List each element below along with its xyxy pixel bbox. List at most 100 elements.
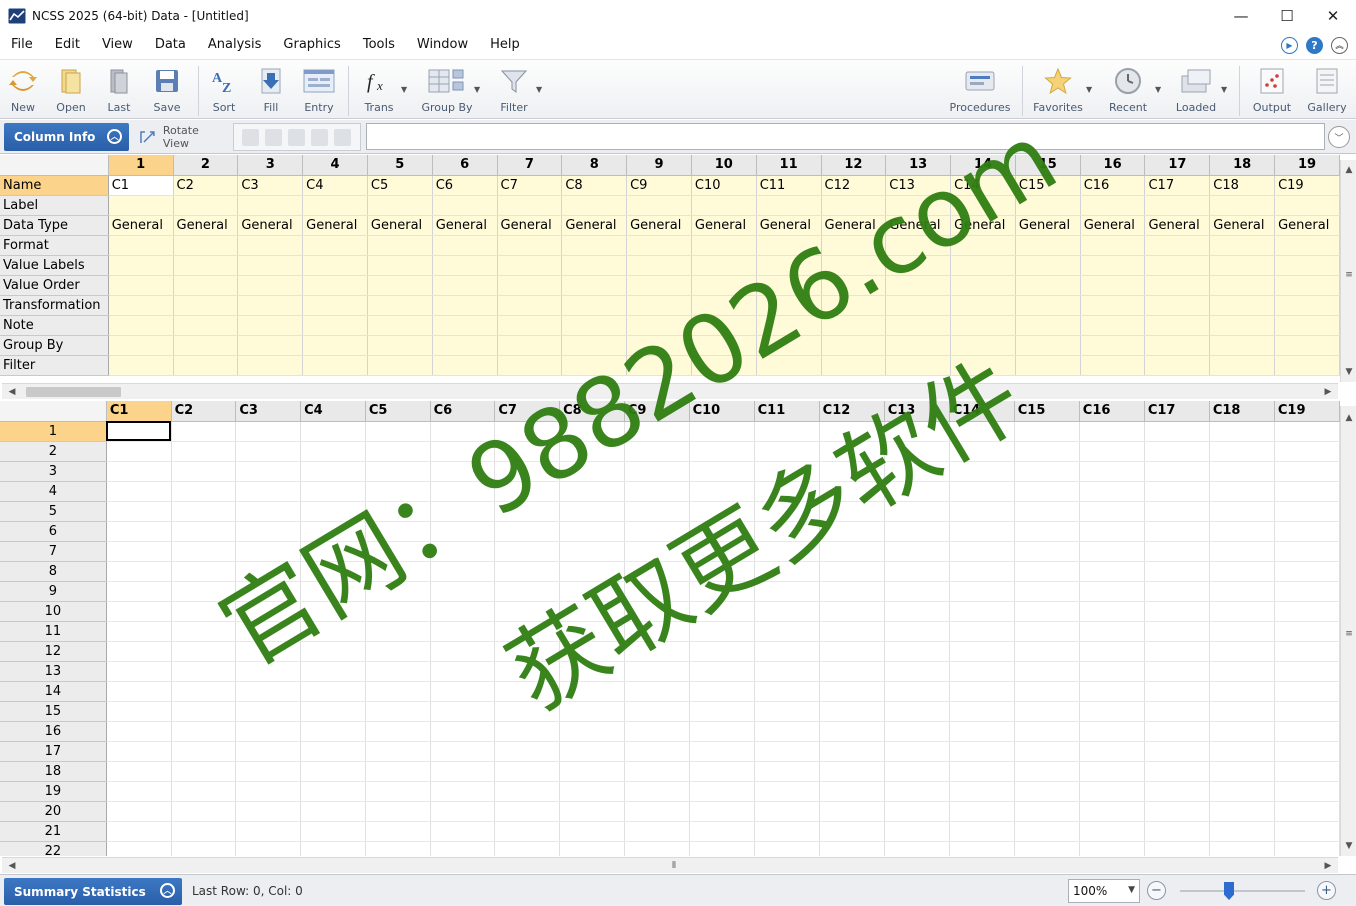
column-name-header[interactable]: C12: [819, 401, 885, 422]
column-info-cell[interactable]: [497, 295, 563, 316]
data-cell[interactable]: [1144, 741, 1210, 762]
data-cell[interactable]: [819, 821, 885, 842]
data-cell[interactable]: [689, 541, 755, 562]
data-cell[interactable]: [559, 581, 625, 602]
column-name-header[interactable]: C1: [106, 401, 172, 422]
data-cell[interactable]: [430, 561, 496, 582]
data-cell[interactable]: [559, 441, 625, 462]
data-cell[interactable]: [494, 501, 561, 522]
data-cell[interactable]: [1144, 781, 1210, 802]
data-cell[interactable]: [1014, 821, 1080, 842]
data-cell[interactable]: [819, 441, 885, 462]
column-info-cell[interactable]: [432, 255, 498, 276]
column-info-cell[interactable]: C18: [1209, 175, 1276, 196]
column-info-cell[interactable]: [561, 275, 628, 296]
column-info-cell[interactable]: [108, 195, 174, 216]
data-cell[interactable]: [235, 461, 302, 482]
column-info-cell[interactable]: [756, 335, 822, 356]
menu-help[interactable]: Help: [479, 31, 531, 59]
column-info-cell[interactable]: [108, 275, 174, 296]
data-cell[interactable]: [430, 621, 496, 642]
data-cell[interactable]: [1014, 641, 1080, 662]
data-cell[interactable]: [430, 661, 496, 682]
column-info-row-label[interactable]: Format: [0, 235, 109, 256]
data-cell[interactable]: [1079, 441, 1145, 462]
data-cell[interactable]: [559, 601, 625, 622]
data-cell[interactable]: [1079, 681, 1145, 702]
data-cell[interactable]: [365, 821, 431, 842]
column-info-cell[interactable]: [1144, 355, 1211, 376]
data-cell[interactable]: [819, 521, 885, 542]
column-name-header[interactable]: C9: [624, 401, 690, 422]
scroll-down-icon[interactable]: ▼: [1341, 364, 1356, 380]
data-cell[interactable]: [624, 421, 690, 442]
zoom-select[interactable]: 100% ▼: [1068, 879, 1140, 903]
data-cell[interactable]: [300, 601, 366, 622]
data-cell[interactable]: [300, 421, 366, 442]
column-info-cell[interactable]: [691, 355, 757, 376]
data-cell[interactable]: [884, 841, 950, 856]
row-number-header[interactable]: 11: [0, 621, 107, 642]
data-cell[interactable]: [559, 841, 625, 856]
data-cell[interactable]: [430, 421, 496, 442]
scroll-left-icon[interactable]: ◀: [4, 384, 20, 400]
column-number-header[interactable]: 19: [1274, 155, 1340, 176]
sort-button[interactable]: AZ Sort: [206, 64, 242, 118]
data-cell[interactable]: [624, 781, 690, 802]
column-info-cell[interactable]: [756, 275, 822, 296]
data-cell[interactable]: [1274, 741, 1340, 762]
data-cell[interactable]: [1209, 681, 1275, 702]
row-number-header[interactable]: 4: [0, 481, 107, 502]
data-cell[interactable]: [949, 601, 1015, 622]
data-cell[interactable]: [235, 621, 302, 642]
menu-edit[interactable]: Edit: [44, 31, 91, 59]
scroll-down-icon[interactable]: ▼: [1341, 838, 1356, 854]
data-cell[interactable]: [235, 701, 302, 722]
data-cell[interactable]: [365, 641, 431, 662]
column-info-cell[interactable]: [1144, 235, 1211, 256]
data-cell[interactable]: [106, 541, 172, 562]
column-info-cell[interactable]: [497, 255, 563, 276]
column-info-cell[interactable]: [237, 315, 304, 336]
data-cell[interactable]: [689, 481, 755, 502]
column-info-cell[interactable]: [497, 195, 563, 216]
column-number-header[interactable]: 11: [756, 155, 822, 176]
data-cell[interactable]: [884, 781, 950, 802]
summary-statistics-button[interactable]: Summary Statistics ︿: [4, 878, 182, 905]
data-cell[interactable]: [884, 461, 950, 482]
column-info-cell[interactable]: [432, 355, 498, 376]
data-cell[interactable]: [365, 761, 431, 782]
column-name-header[interactable]: C10: [689, 401, 755, 422]
data-cell[interactable]: [1209, 561, 1275, 582]
column-info-row-label[interactable]: Value Order: [0, 275, 109, 296]
data-cell[interactable]: [1209, 501, 1275, 522]
data-vscroll[interactable]: ▲ ≡ ▼: [1340, 406, 1356, 856]
column-info-cell[interactable]: [237, 275, 304, 296]
data-cell[interactable]: [819, 661, 885, 682]
data-cell[interactable]: [884, 621, 950, 642]
data-cell[interactable]: [1274, 561, 1340, 582]
column-info-cell[interactable]: [821, 355, 887, 376]
data-cell[interactable]: [1014, 741, 1080, 762]
data-cell[interactable]: [884, 641, 950, 662]
data-cell[interactable]: [884, 741, 950, 762]
column-info-cell[interactable]: [1209, 295, 1276, 316]
column-info-cell[interactable]: [108, 235, 174, 256]
column-number-header[interactable]: 2: [173, 155, 239, 176]
data-cell[interactable]: [171, 721, 237, 742]
data-cell[interactable]: [494, 821, 561, 842]
column-info-cell[interactable]: [237, 255, 304, 276]
column-number-header[interactable]: 17: [1144, 155, 1211, 176]
trans-button[interactable]: fx Trans: [360, 64, 398, 118]
data-cell[interactable]: [819, 481, 885, 502]
column-info-cell[interactable]: [302, 355, 368, 376]
menu-window[interactable]: Window: [406, 31, 479, 59]
column-number-header[interactable]: 7: [497, 155, 563, 176]
data-cell[interactable]: [819, 501, 885, 522]
data-cell[interactable]: [430, 701, 496, 722]
column-name-header[interactable]: C5: [365, 401, 431, 422]
column-info-cell[interactable]: [950, 295, 1016, 316]
data-cell[interactable]: [949, 801, 1015, 822]
data-cell[interactable]: [1209, 461, 1275, 482]
column-info-cell[interactable]: [561, 295, 628, 316]
